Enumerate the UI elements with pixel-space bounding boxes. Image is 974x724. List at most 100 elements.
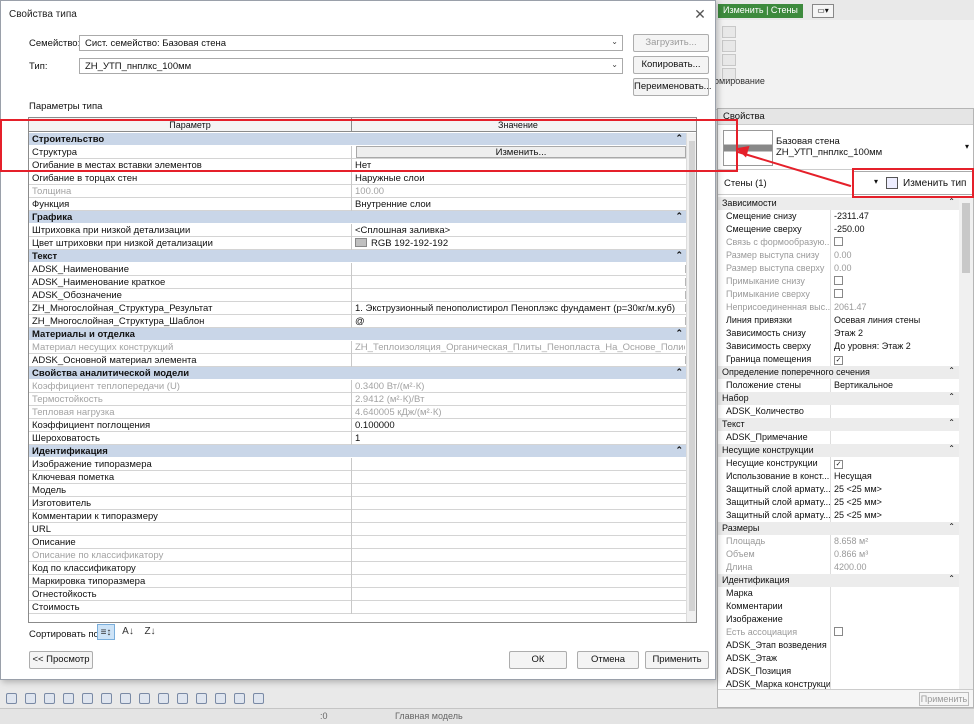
grid-scrollbar[interactable] [686, 133, 696, 622]
cancel-button[interactable]: Отмена [577, 651, 639, 669]
property-group[interactable]: Несущие конструкции ⌃ [718, 444, 973, 457]
property-value[interactable] [830, 431, 942, 444]
grid-category[interactable]: Материалы и отделка ⌃ [29, 328, 688, 341]
type-select[interactable]: ZH_УТП_пнплкс_100мм ⌄ [79, 58, 623, 74]
ribbon-tab-modify-walls[interactable]: Изменить | Стены [718, 4, 803, 18]
ok-button[interactable]: ОК [509, 651, 567, 669]
property-value[interactable] [830, 613, 942, 626]
chevron-down-icon: ⌄ [611, 60, 618, 69]
grid-category[interactable]: Свойства аналитической модели ⌃ [29, 367, 688, 380]
property-value[interactable] [830, 639, 942, 652]
property-value[interactable]: Осевая линия стены [830, 314, 942, 327]
parameter-value[interactable] [352, 289, 685, 302]
rename-button[interactable]: Переименовать... [633, 78, 712, 96]
parameter-value[interactable] [352, 523, 685, 536]
parameter-value[interactable] [352, 575, 685, 588]
property-value[interactable]: Вертикальное [830, 379, 942, 392]
collapse-icon[interactable]: ⌃ [948, 522, 955, 531]
parameter-value[interactable]: 1. Экструзионный пенополистирол Пеноплэк… [352, 302, 685, 315]
collapse-icon[interactable]: ⌃ [948, 366, 955, 375]
property-value[interactable]: ✓ [830, 353, 942, 366]
collapse-icon[interactable]: ⌃ [675, 211, 683, 222]
property-value[interactable]: До уровня: Этаж 2 [830, 340, 942, 353]
property-checkbox[interactable]: ✓ [834, 460, 843, 469]
collapse-icon[interactable]: ⌃ [675, 250, 683, 261]
property-checkbox[interactable]: ✓ [834, 356, 843, 365]
copy-button[interactable]: Копировать... [633, 56, 709, 74]
close-icon[interactable]: ✕ [691, 6, 709, 24]
ribbon-dropdown[interactable]: ▭▾ [812, 4, 834, 18]
sort-ascending-icon[interactable]: A↓ [119, 624, 137, 640]
parameter-value[interactable] [352, 497, 685, 510]
properties-apply-button[interactable]: Применить [919, 692, 969, 706]
chevron-down-icon[interactable]: ▾ [965, 142, 969, 151]
collapse-icon[interactable]: ⌃ [675, 445, 683, 456]
parameter-value[interactable] [352, 276, 685, 289]
collapse-icon[interactable]: ⌃ [948, 418, 955, 427]
property-value[interactable]: 25 <25 мм> [830, 496, 942, 509]
ribbon-tool-icons[interactable] [722, 24, 752, 80]
property-value[interactable]: Несущая [830, 470, 942, 483]
collapse-icon[interactable]: ⌃ [948, 392, 955, 401]
property-row: Длина 4200.00 [718, 561, 973, 574]
collapse-icon[interactable]: ⌃ [948, 444, 955, 453]
collapse-icon[interactable]: ⌃ [948, 197, 955, 206]
property-value[interactable] [830, 665, 942, 678]
property-value[interactable] [830, 652, 942, 665]
sort-grouped-icon[interactable]: ≡↕ [97, 624, 115, 640]
parameter-value[interactable] [352, 458, 685, 471]
property-value[interactable] [830, 587, 942, 600]
property-value[interactable]: -2311.47 [830, 210, 942, 223]
property-label: ADSK_Позиция [726, 666, 792, 676]
properties-scrollbar[interactable] [959, 197, 973, 697]
parameter-value[interactable]: RGB 192-192-192 [352, 237, 685, 250]
parameter-value[interactable]: 1 [352, 432, 685, 445]
property-group[interactable]: Идентификация ⌃ [718, 574, 973, 587]
collapse-icon[interactable]: ⌃ [675, 328, 683, 339]
property-group[interactable]: Зависимости ⌃ [718, 197, 973, 210]
parameter-value[interactable]: <Сплошная заливка> [352, 224, 685, 237]
sort-descending-icon[interactable]: Z↓ [141, 624, 159, 640]
parameter-name: Код по классификатору [29, 562, 352, 575]
parameter-value[interactable] [352, 263, 685, 276]
property-value[interactable]: 25 <25 мм> [830, 483, 942, 496]
property-value[interactable] [830, 405, 942, 418]
property-row: Размер выступа снизу 0.00 [718, 249, 973, 262]
preview-button[interactable]: << Просмотр [29, 651, 93, 669]
property-group[interactable]: Размеры ⌃ [718, 522, 973, 535]
property-value[interactable]: Этаж 2 [830, 327, 942, 340]
parameter-value[interactable]: Внутренние слои [352, 198, 685, 211]
parameter-value[interactable] [352, 471, 685, 484]
property-value[interactable]: 25 <25 мм> [830, 509, 942, 522]
parameter-value[interactable]: 0.100000 [352, 419, 685, 432]
collapse-icon[interactable]: ⌃ [675, 367, 683, 378]
parameter-value[interactable]: @ [352, 315, 685, 328]
grid-category[interactable]: Текст ⌃ [29, 250, 688, 263]
parameter-value[interactable]: Наружные слои [352, 172, 685, 185]
property-label: Использование в конст... [726, 471, 830, 481]
view-control-bar[interactable] [0, 690, 716, 708]
parameter-value[interactable] [352, 354, 685, 367]
property-value-text: 8.658 м² [834, 536, 869, 546]
collapse-icon[interactable]: ⌃ [948, 574, 955, 583]
color-swatch[interactable] [355, 238, 367, 247]
grid-category[interactable]: Идентификация ⌃ [29, 445, 688, 458]
property-group[interactable]: Определение поперечного сечения ⌃ [718, 366, 973, 379]
property-value[interactable]: -250.00 [830, 223, 942, 236]
property-value[interactable] [830, 600, 942, 613]
property-group[interactable]: Набор ⌃ [718, 392, 973, 405]
family-select[interactable]: Сист. семейство: Базовая стена ⌄ [79, 35, 623, 51]
parameter-value[interactable] [352, 601, 685, 614]
parameter-value[interactable] [352, 588, 685, 601]
load-button[interactable]: Загрузить... [633, 34, 709, 52]
parameter-value[interactable] [352, 484, 685, 497]
property-group[interactable]: Текст ⌃ [718, 418, 973, 431]
parameter-value[interactable] [352, 562, 685, 575]
property-value[interactable]: ✓ [830, 457, 942, 470]
apply-button[interactable]: Применить [645, 651, 709, 669]
parameter-value[interactable] [352, 536, 685, 549]
type-selector[interactable]: Базовая стена ZH_УТП_пнплкс_100мм ▾ [718, 126, 973, 170]
parameter-value[interactable] [352, 510, 685, 523]
grid-row: Описание [29, 536, 688, 549]
grid-category[interactable]: Графика ⌃ [29, 211, 688, 224]
